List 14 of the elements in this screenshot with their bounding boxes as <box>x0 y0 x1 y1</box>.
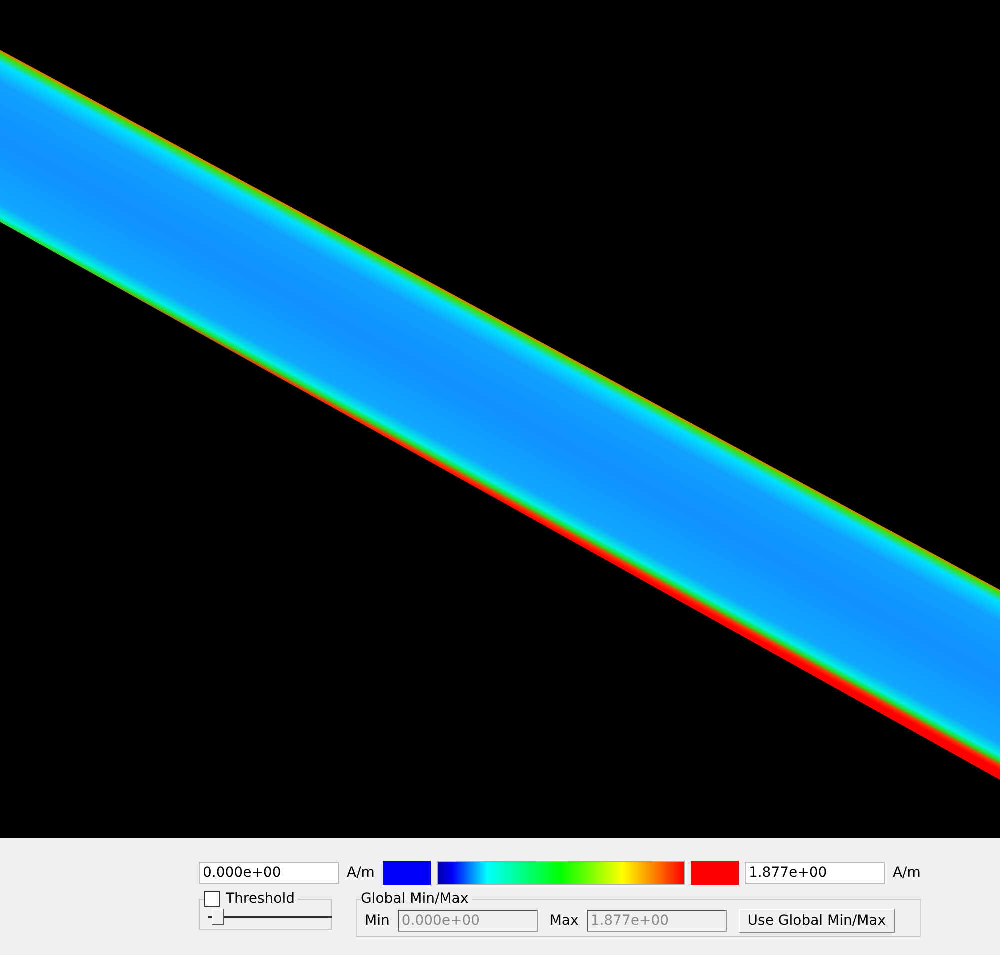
group-title: Global Min/Max <box>361 891 469 907</box>
min-value-field[interactable]: 0.000e+00 <box>199 862 339 884</box>
min-color-swatch[interactable] <box>382 861 431 885</box>
unit-label: A/m <box>892 865 921 881</box>
max-color-swatch[interactable] <box>690 861 739 885</box>
max-label: Max <box>550 913 579 929</box>
threshold-checkbox[interactable] <box>204 891 220 907</box>
unit-label: A/m <box>347 865 375 881</box>
min-label: Min <box>365 913 390 929</box>
threshold-label: Threshold <box>226 891 295 907</box>
threshold-slider[interactable] <box>208 909 332 925</box>
use-global-minmax-button[interactable]: Use Global Min/Max <box>738 909 896 933</box>
slider-thumb[interactable] <box>212 909 224 925</box>
max-value-field[interactable]: 1.877e+00 <box>744 862 885 884</box>
